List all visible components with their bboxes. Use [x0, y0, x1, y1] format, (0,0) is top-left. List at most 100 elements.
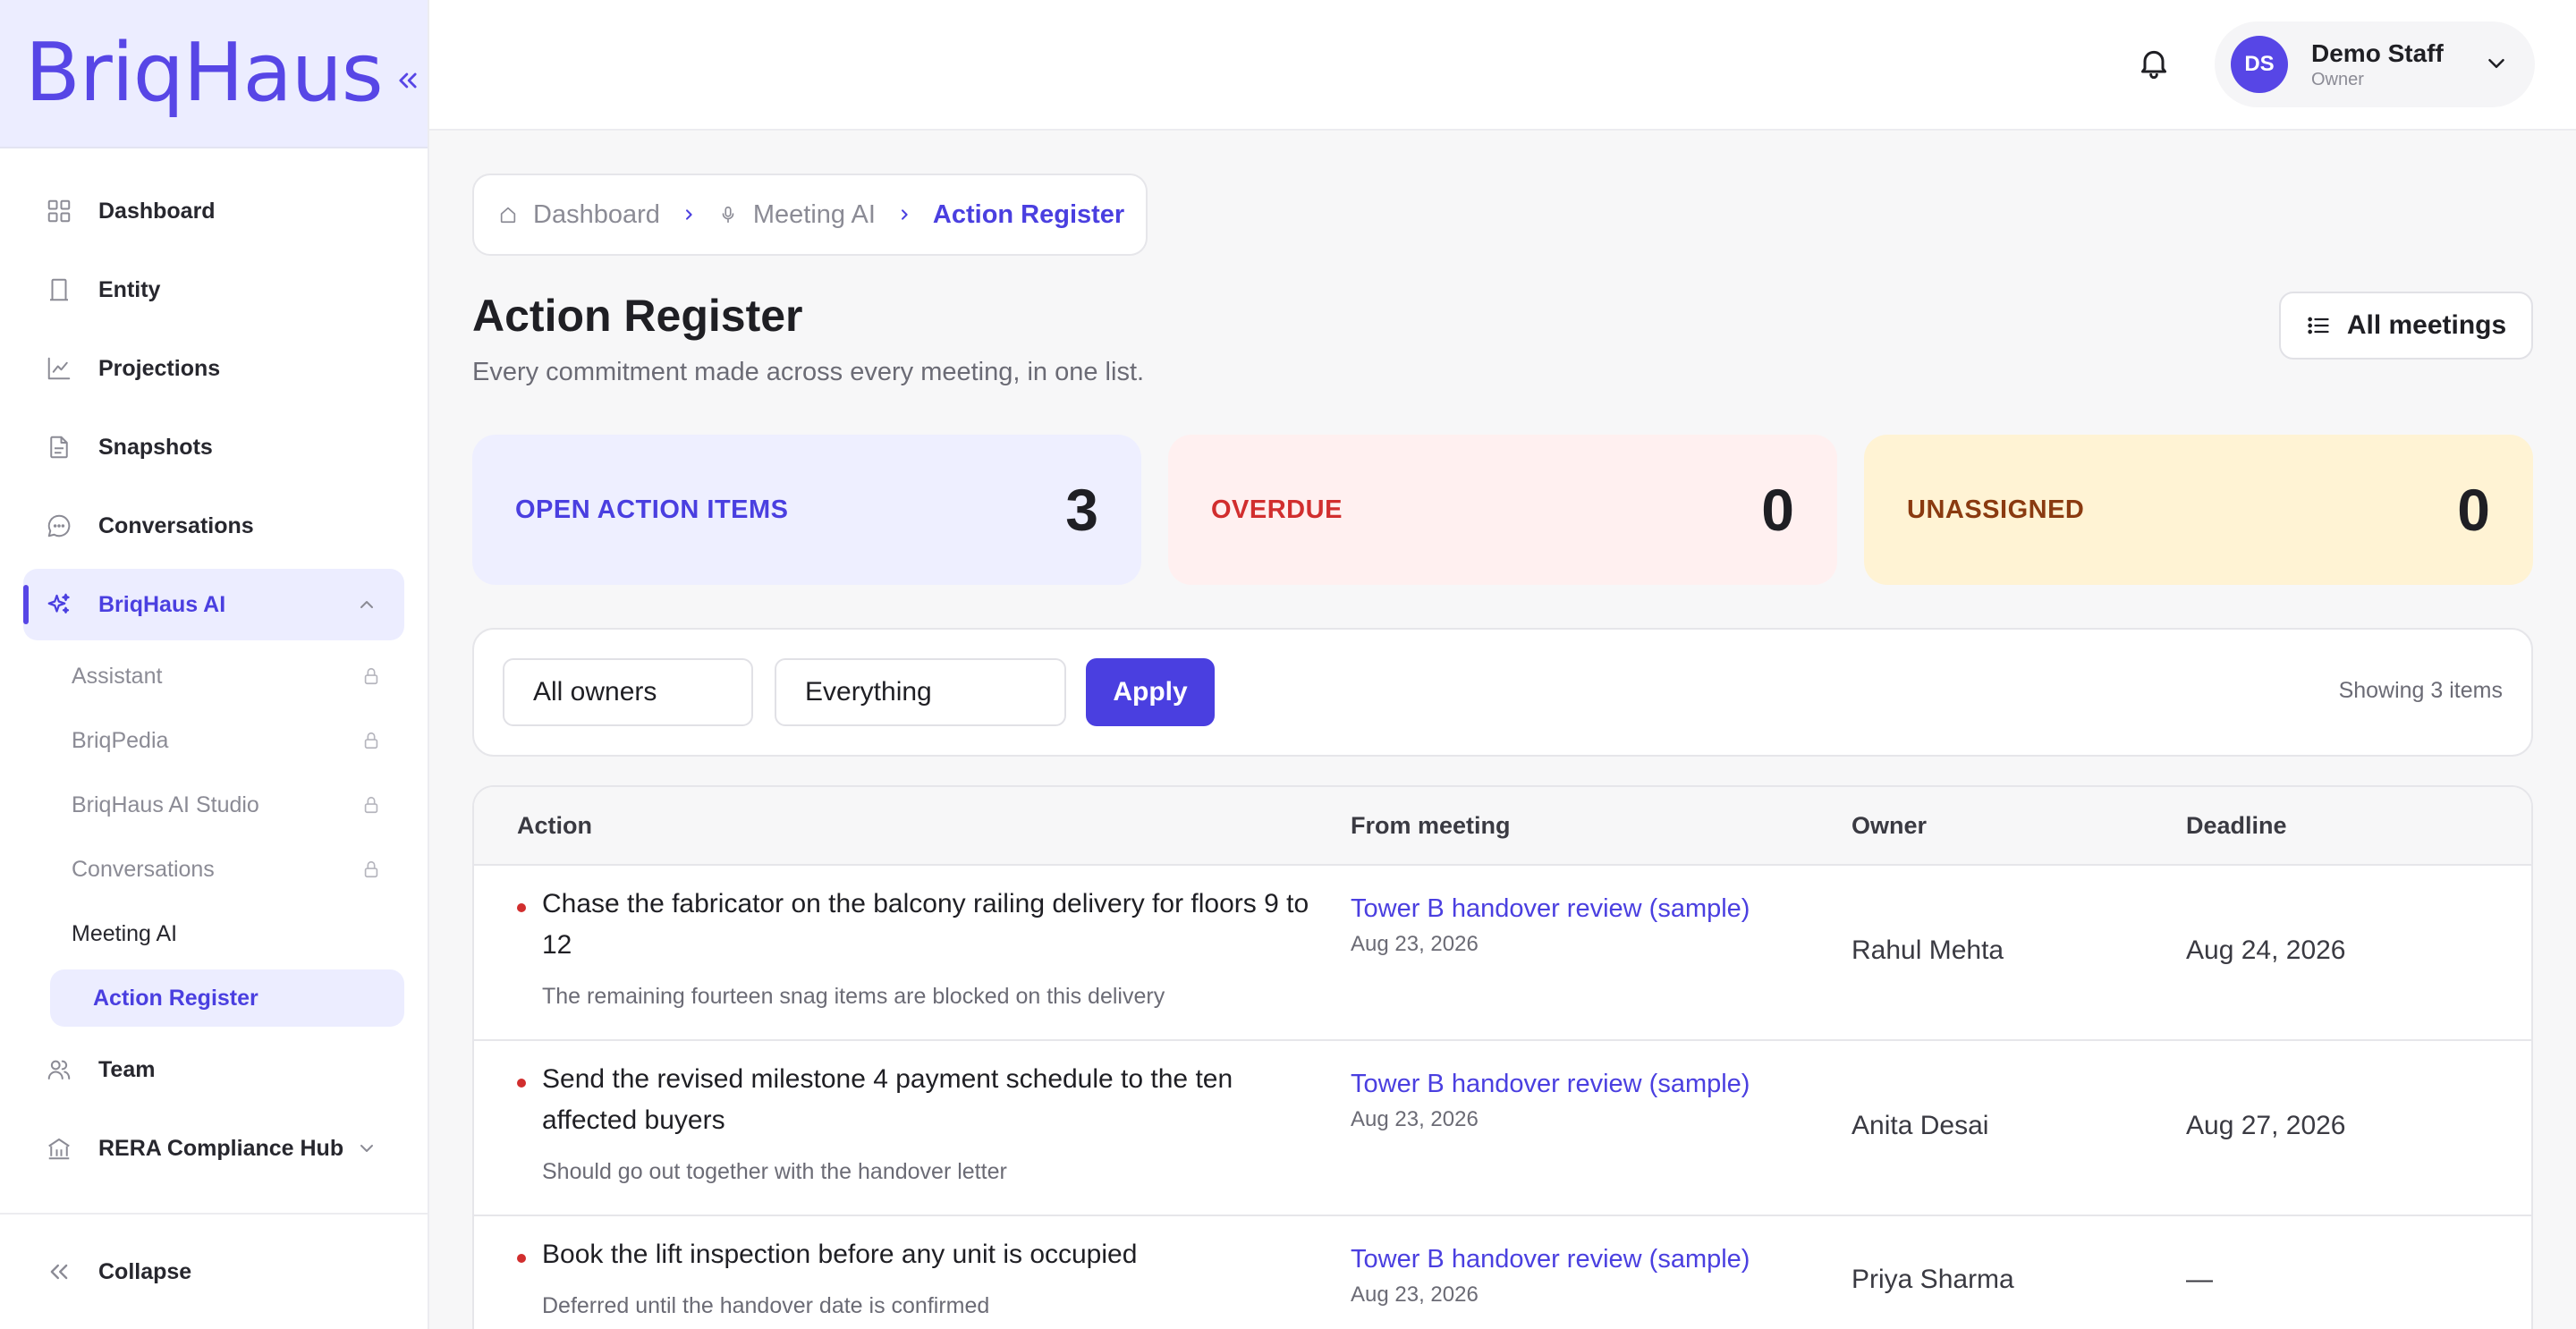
- meeting-link[interactable]: Tower B handover review (sample): [1351, 1245, 1750, 1274]
- line-chart-icon: [43, 352, 75, 385]
- sidebar-item-label: Team: [98, 1056, 156, 1082]
- brand-header: BriqHaus: [0, 0, 428, 148]
- column-header-deadline[interactable]: Deadline: [2186, 812, 2287, 840]
- priority-dot: [517, 1079, 526, 1088]
- owner-select[interactable]: All owners: [503, 658, 753, 726]
- bell-icon[interactable]: [2136, 45, 2177, 86]
- meeting-date: Aug 23, 2026: [1351, 932, 1479, 956]
- stats-row: OPEN ACTION ITEMS 3 OVERDUE 0 UNASSIGNED…: [472, 435, 2533, 585]
- chevron-down-icon[interactable]: [351, 1132, 383, 1164]
- stat-value: 3: [1065, 477, 1098, 543]
- deadline-cell: —: [2186, 1265, 2213, 1294]
- lock-icon: [361, 859, 383, 882]
- user-name: Demo Staff: [2311, 39, 2444, 67]
- chat-icon: [43, 510, 75, 542]
- microphone-icon: [717, 204, 739, 225]
- priority-dot: [517, 903, 526, 912]
- sidebar-subitem-assistant[interactable]: Assistant: [50, 648, 404, 705]
- sidebar-item-dashboard[interactable]: Dashboard: [23, 175, 404, 247]
- breadcrumb-action-register: Action Register: [932, 199, 1125, 229]
- priority-dot: [517, 1254, 526, 1263]
- sidebar-item-label: Entity: [98, 276, 161, 302]
- table-row[interactable]: Send the revised milestone 4 payment sch…: [474, 1041, 2531, 1216]
- breadcrumb: Dashboard Meeting AI Action Register: [472, 174, 1148, 256]
- action-note: The remaining fourteen snag items are bl…: [542, 984, 1165, 1009]
- table-row[interactable]: Chase the fabricator on the balcony rail…: [474, 866, 2531, 1041]
- double-chevron-left-icon: [43, 1256, 75, 1288]
- stat-card-overdue: OVERDUE 0: [1168, 435, 1837, 585]
- chevron-right-icon: [897, 207, 911, 222]
- sidebar-subitem-conversations[interactable]: Conversations: [50, 841, 404, 898]
- sidebar: BriqHaus Dashboard Entity Projections Sn…: [0, 0, 429, 1329]
- sidebar-item-label: Projections: [98, 355, 221, 381]
- avatar: DS: [2231, 36, 2288, 93]
- column-header-owner[interactable]: Owner: [1852, 812, 1927, 840]
- bank-icon: [43, 1132, 75, 1164]
- sidebar-item-entity[interactable]: Entity: [23, 254, 404, 326]
- sidebar-item-team[interactable]: Team: [23, 1034, 404, 1105]
- sidebar-item-briqhaus-ai[interactable]: BriqHaus AI: [23, 569, 404, 640]
- chevron-down-icon: [2483, 50, 2512, 79]
- owner-cell: Anita Desai: [1852, 1111, 1989, 1140]
- sidebar-subitem-label: Meeting AI: [72, 920, 178, 946]
- users-icon: [43, 1054, 75, 1086]
- action-title: Book the lift inspection before any unit…: [542, 1240, 1138, 1269]
- deadline-cell: Aug 27, 2026: [2186, 1111, 2346, 1140]
- action-title: Send the revised milestone 4 payment sch…: [542, 1064, 1233, 1135]
- table-row[interactable]: Book the lift inspection before any unit…: [474, 1216, 2531, 1329]
- sidebar-item-projections[interactable]: Projections: [23, 333, 404, 404]
- sidebar-item-label: Dashboard: [98, 198, 216, 224]
- owner-cell: Rahul Mehta: [1852, 935, 2004, 965]
- stat-label: OVERDUE: [1211, 495, 1343, 524]
- collapse-label: Collapse: [98, 1258, 192, 1284]
- sidebar-subitem-label: BriqPedia: [72, 727, 169, 753]
- sparkles-icon: [43, 588, 75, 621]
- brand-logo[interactable]: BriqHaus: [25, 33, 384, 114]
- user-role: Owner: [2311, 70, 2364, 89]
- sidebar-subitem-briqpedia[interactable]: BriqPedia: [50, 712, 404, 769]
- meeting-link[interactable]: Tower B handover review (sample): [1351, 1070, 1750, 1099]
- deadline-cell: Aug 24, 2026: [2186, 935, 2346, 965]
- double-chevron-left-icon[interactable]: [392, 64, 424, 97]
- sidebar-subitem-label: Assistant: [72, 663, 163, 689]
- collapse-sidebar-button[interactable]: Collapse: [0, 1213, 428, 1329]
- sidebar-item-conversations[interactable]: Conversations: [23, 490, 404, 562]
- chevron-up-icon[interactable]: [351, 588, 383, 621]
- table-header: Action From meeting Owner Deadline: [474, 787, 2531, 866]
- meeting-date: Aug 23, 2026: [1351, 1282, 1479, 1307]
- ai-submenu: Assistant BriqPedia BriqHaus AI Studio C…: [0, 648, 428, 1027]
- sidebar-item-label: BriqHaus AI: [98, 591, 226, 617]
- filter-bar: All owners Everything Apply Showing 3 it…: [472, 628, 2533, 757]
- user-menu[interactable]: DS Demo Staff Owner: [2215, 21, 2535, 107]
- sidebar-item-snapshots[interactable]: Snapshots: [23, 411, 404, 483]
- document-icon: [43, 431, 75, 463]
- sidebar-subitem-action-register[interactable]: Action Register: [50, 969, 404, 1027]
- sidebar-item-label: Conversations: [98, 512, 254, 538]
- meeting-date: Aug 23, 2026: [1351, 1107, 1479, 1131]
- home-icon: [497, 204, 519, 225]
- meeting-link[interactable]: Tower B handover review (sample): [1351, 894, 1750, 924]
- page-title: Action Register: [472, 291, 803, 341]
- scope-select[interactable]: Everything: [775, 658, 1066, 726]
- all-meetings-button[interactable]: All meetings: [2279, 292, 2533, 360]
- sidebar-item-rera-compliance-hub[interactable]: RERA Compliance Hub: [23, 1113, 404, 1184]
- lock-icon: [361, 730, 383, 753]
- apply-button[interactable]: Apply: [1086, 658, 1215, 726]
- page-subtitle: Every commitment made across every meeti…: [472, 358, 1145, 386]
- lock-icon: [361, 794, 383, 817]
- owner-cell: Priya Sharma: [1852, 1265, 2014, 1294]
- grid-icon: [43, 195, 75, 227]
- all-meetings-label: All meetings: [2346, 310, 2507, 340]
- breadcrumb-dashboard[interactable]: Dashboard: [533, 200, 660, 230]
- action-table: Action From meeting Owner Deadline Chase…: [472, 785, 2533, 1329]
- breadcrumb-meeting-ai[interactable]: Meeting AI: [753, 200, 876, 230]
- sidebar-subitem-ai-studio[interactable]: BriqHaus AI Studio: [50, 776, 404, 834]
- column-header-action[interactable]: Action: [517, 812, 592, 840]
- stat-card-open: OPEN ACTION ITEMS 3: [472, 435, 1141, 585]
- action-note: Should go out together with the handover…: [542, 1159, 1007, 1184]
- sidebar-subitem-meeting-ai[interactable]: Meeting AI: [50, 905, 404, 962]
- sidebar-nav: Dashboard Entity Projections Snapshots C…: [0, 148, 428, 1184]
- column-header-meeting[interactable]: From meeting: [1351, 812, 1511, 840]
- list-icon: [2306, 312, 2333, 339]
- sidebar-item-label: RERA Compliance Hub: [98, 1135, 344, 1161]
